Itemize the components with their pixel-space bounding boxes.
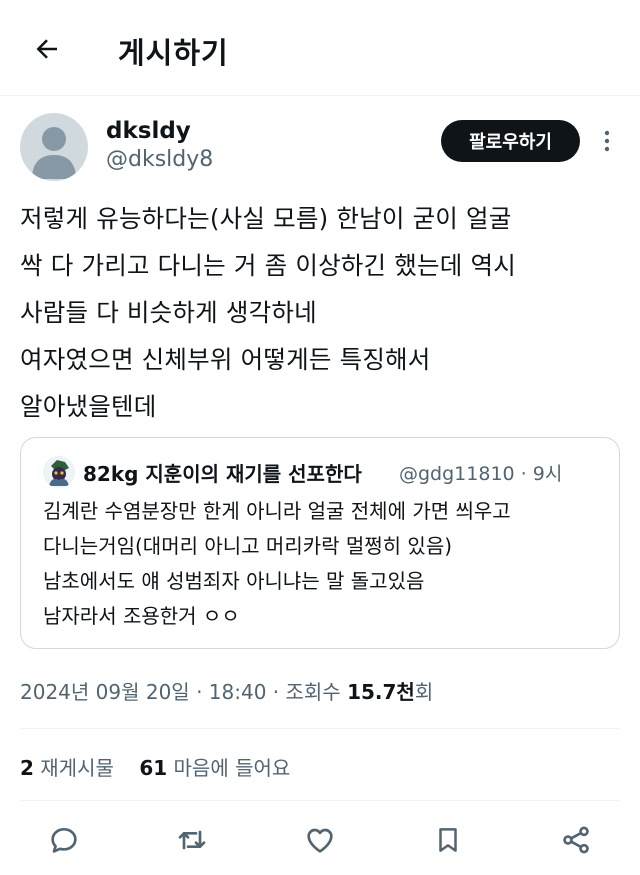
action-bar bbox=[0, 810, 640, 870]
repost-button[interactable] bbox=[172, 820, 212, 860]
more-options-icon[interactable] bbox=[600, 126, 614, 156]
likes-stat[interactable]: 61 마음에 들어요 bbox=[139, 756, 290, 780]
header: 게시하기 bbox=[0, 0, 640, 96]
quoted-line: 다니는거임(대머리 아니고 머리카락 멀쩡히 있음) bbox=[43, 534, 453, 558]
author-display-name[interactable]: dksldy bbox=[106, 118, 191, 144]
divider bbox=[20, 728, 620, 729]
engagement-stats: 2 재게시물 61 마음에 들어요 bbox=[20, 752, 290, 781]
reposts-count: 2 bbox=[20, 756, 34, 780]
view-count[interactable]: 15.7천 bbox=[347, 680, 415, 704]
default-avatar-icon bbox=[32, 127, 76, 179]
likes-label: 마음에 들어요 bbox=[167, 756, 291, 780]
retweet-icon bbox=[178, 830, 206, 850]
tweet-timestamp: 2024년 09월 20일 · 18:40 · 조회수 15.7천회 bbox=[20, 676, 433, 705]
quoted-line: 남초에서도 얘 성범죄자 아니냐는 말 돌고있음 bbox=[43, 569, 425, 593]
reply-icon bbox=[51, 828, 77, 853]
page-title: 게시하기 bbox=[118, 36, 229, 70]
like-button[interactable] bbox=[300, 820, 340, 860]
divider bbox=[20, 800, 620, 801]
tweet-line: 알아냈을텐데 bbox=[20, 392, 157, 421]
likes-count: 61 bbox=[139, 756, 168, 780]
bookmark-icon bbox=[439, 828, 457, 852]
back-button[interactable] bbox=[28, 30, 66, 68]
quoted-line: 김계란 수염분장만 한게 아니라 얼굴 전체에 가면 씌우고 bbox=[43, 499, 511, 523]
tweet-text: 저렇게 유능하다는(사실 모름) 한남이 굳이 얼굴 싹 다 가리고 다니는 거… bbox=[20, 195, 625, 430]
tweet-line: 사람들 다 비슷하게 생각하네 bbox=[20, 298, 317, 327]
arrow-left-icon bbox=[36, 39, 57, 59]
character-avatar-icon bbox=[43, 456, 75, 488]
heart-icon bbox=[307, 828, 333, 853]
quoted-text: 김계란 수염분장만 한게 아니라 얼굴 전체에 가면 씌우고 다니는거임(대머리… bbox=[43, 494, 511, 634]
reply-button[interactable] bbox=[44, 820, 84, 860]
date-time-text: 2024년 09월 20일 · 18:40 · 조회수 bbox=[20, 680, 348, 704]
quoted-display-name: 82kg 지훈이의 재기를 선포한다 bbox=[83, 462, 362, 486]
share-icon bbox=[563, 826, 589, 854]
quoted-line: 남자라서 조용한거 ㅇㅇ bbox=[43, 604, 240, 628]
author-handle[interactable]: @dksldy8 bbox=[106, 147, 213, 172]
view-suffix: 회 bbox=[414, 680, 434, 704]
reposts-stat[interactable]: 2 재게시물 bbox=[20, 756, 114, 780]
avatar[interactable] bbox=[20, 113, 88, 181]
quoted-handle-time: @gdg11810 · 9시 bbox=[399, 463, 563, 485]
follow-button[interactable]: 팔로우하기 bbox=[441, 120, 580, 162]
quoted-tweet-card[interactable]: 82kg 지훈이의 재기를 선포한다 @gdg11810 · 9시 김계란 수염… bbox=[20, 437, 620, 649]
reposts-label: 재게시물 bbox=[33, 756, 114, 780]
tweet-line: 저렇게 유능하다는(사실 모름) 한남이 굳이 얼굴 bbox=[20, 204, 512, 233]
bookmark-button[interactable] bbox=[428, 820, 468, 860]
tweet-line: 여자였으면 신체부위 어떻게든 특징해서 bbox=[20, 345, 431, 374]
tweet-line: 싹 다 가리고 다니는 거 좀 이상하긴 했는데 역시 bbox=[20, 251, 516, 280]
quoted-avatar bbox=[43, 456, 75, 488]
share-button[interactable] bbox=[556, 820, 596, 860]
